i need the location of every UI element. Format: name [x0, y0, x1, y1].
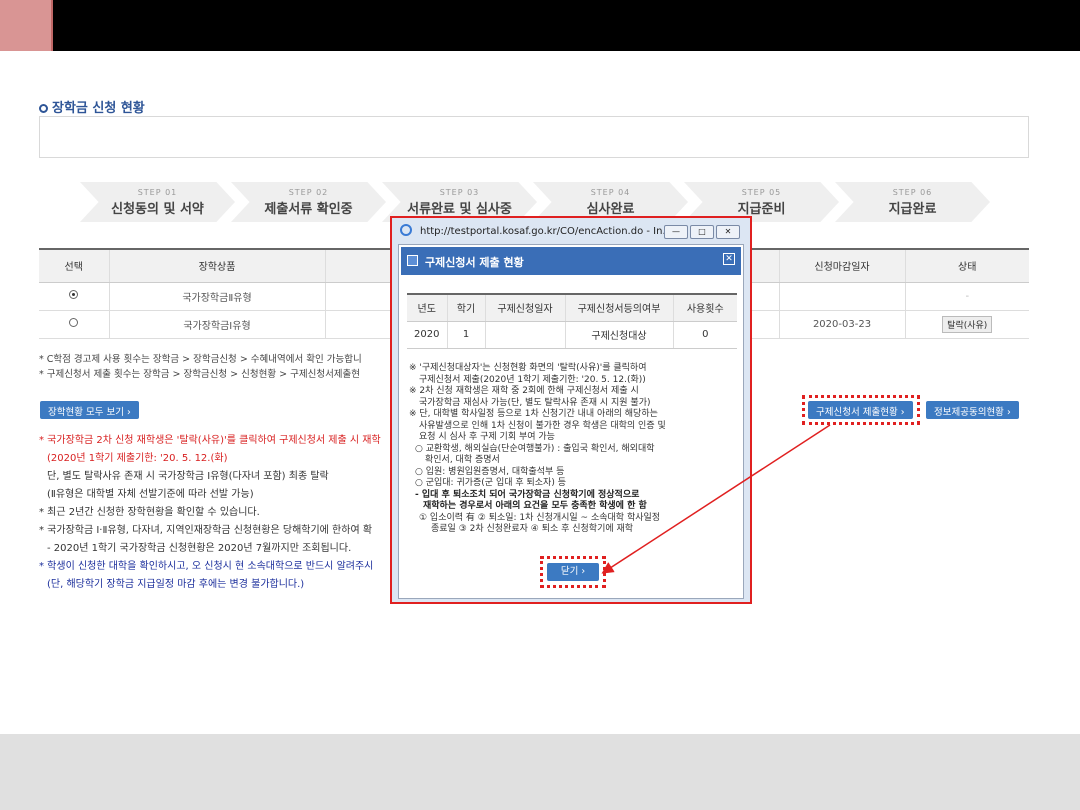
popup-content: 구제신청서 제출 현황 ✕ 년도 학기 구제신청일자 구제신청서등의여부 사용횟…	[398, 244, 744, 599]
highlight-close-button	[540, 556, 606, 588]
bullet-icon	[39, 104, 48, 113]
col-product: 장학상품	[108, 248, 325, 283]
fail-reason-button[interactable]: 탈락(사유)	[942, 315, 993, 333]
bottom-notes: * 국가장학금 2차 신청 재학생은 '탈락(사유)'를 클릭하여 구제신청서 …	[39, 435, 381, 590]
relief-popup-window: http://testportal.kosaf.go.kr/CO/encActi…	[390, 216, 752, 604]
col-select: 선택	[39, 248, 109, 283]
radio-row-2[interactable]	[69, 318, 79, 327]
info-consent-button[interactable]: 정보제공동의현황 ›	[926, 401, 1019, 419]
table-row: 2020 1 구제신청대상 0	[407, 321, 737, 349]
popup-header: 구제신청서 제출 현황 ✕	[401, 247, 741, 275]
section-title: 장학금 신청 현황	[39, 97, 145, 116]
slide-number-box	[0, 0, 53, 51]
col-deadline: 신청마감일자	[778, 248, 905, 283]
maximize-button[interactable]: □	[690, 225, 714, 239]
window-icon	[407, 255, 418, 266]
radio-row-1[interactable]	[69, 290, 79, 299]
step-6: STEP 06 지급완료	[835, 182, 990, 222]
window-close-button[interactable]: ✕	[716, 225, 740, 239]
relief-table: 년도 학기 구제신청일자 구제신청서등의여부 사용횟수 2020 1 구제신청대…	[407, 293, 737, 349]
close-icon[interactable]: ✕	[723, 253, 735, 265]
view-all-button[interactable]: 장학현황 모두 보기 ›	[40, 401, 139, 419]
notes: * C학점 경고제 사용 횟수는 장학금 > 장학금신청 > 수혜내역에서 확인…	[39, 354, 362, 380]
col-status: 상태	[904, 248, 1029, 283]
bottom-bar	[0, 734, 1080, 810]
highlight-relief-button	[802, 395, 920, 425]
step-2: STEP 02 제출서류 확인중	[231, 182, 386, 222]
status-box	[39, 116, 1029, 158]
popup-notes: ※ '구제신청대상자'는 신청현황 화면의 '탈락(사유)'를 클릭하여 구제신…	[409, 363, 666, 534]
step-1: STEP 01 신청동의 및 서약	[80, 182, 235, 222]
top-bar	[0, 0, 1080, 51]
minimize-button[interactable]: —	[664, 225, 688, 239]
